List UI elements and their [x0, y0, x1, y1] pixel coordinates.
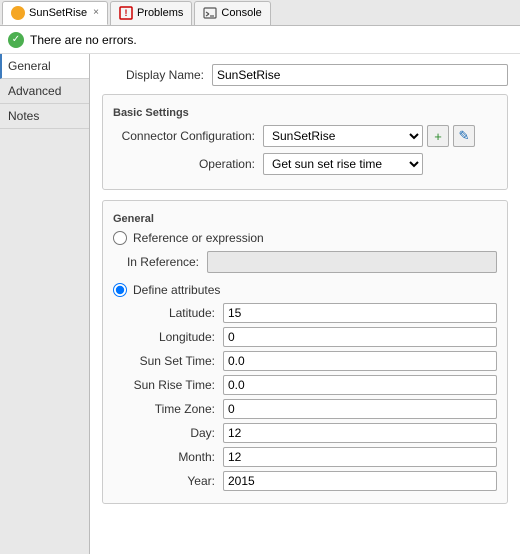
tab-problems-label: Problems	[137, 7, 183, 19]
main-layout: General Advanced Notes Display Name: Bas…	[0, 54, 520, 554]
operation-label: Operation:	[113, 157, 263, 171]
basic-settings-header: Basic Settings	[113, 107, 497, 119]
day-label: Day:	[113, 426, 223, 440]
attr-row-sunset-time: Sun Set Time:	[113, 351, 497, 371]
in-reference-row: In Reference:	[117, 251, 497, 273]
sunset-time-label: Sun Set Time:	[113, 354, 223, 368]
define-radio-label: Define attributes	[133, 283, 220, 297]
operation-wrapper: Get sun set rise time	[263, 153, 423, 175]
svg-text:!: !	[124, 8, 127, 18]
tab-console-label: Console	[221, 7, 261, 19]
attr-row-day: Day:	[113, 423, 497, 443]
add-icon: +	[434, 129, 442, 144]
sunrise-time-input[interactable]	[223, 375, 497, 395]
problems-icon: !	[119, 6, 133, 20]
timezone-input[interactable]	[223, 399, 497, 419]
define-radio[interactable]	[113, 283, 127, 297]
tab-problems[interactable]: ! Problems	[110, 1, 192, 25]
sunrise-time-label: Sun Rise Time:	[113, 378, 223, 392]
attr-row-month: Month:	[113, 447, 497, 467]
connector-config-wrapper: SunSetRise + ✎	[263, 125, 475, 147]
day-input[interactable]	[223, 423, 497, 443]
sunsetrise-icon	[11, 6, 25, 20]
tab-bar: SunSetRise × ! Problems Console	[0, 0, 520, 26]
longitude-input[interactable]	[223, 327, 497, 347]
connector-config-row: Connector Configuration: SunSetRise + ✎	[113, 125, 497, 147]
attribute-fields: Latitude: Longitude: Sun Set Time: Sun R…	[113, 303, 497, 491]
reference-radio[interactable]	[113, 231, 127, 245]
year-input[interactable]	[223, 471, 497, 491]
basic-settings-box: Basic Settings Connector Configuration: …	[102, 94, 508, 190]
longitude-label: Longitude:	[113, 330, 223, 344]
attr-row-timezone: Time Zone:	[113, 399, 497, 419]
in-reference-label: In Reference:	[117, 255, 207, 269]
month-label: Month:	[113, 450, 223, 464]
connector-config-label: Connector Configuration:	[113, 129, 263, 143]
edit-connector-button[interactable]: ✎	[453, 125, 475, 147]
general-section-header: General	[113, 213, 497, 225]
display-name-input[interactable]	[212, 64, 508, 86]
year-label: Year:	[113, 474, 223, 488]
timezone-label: Time Zone:	[113, 402, 223, 416]
month-input[interactable]	[223, 447, 497, 467]
add-connector-button[interactable]: +	[427, 125, 449, 147]
content-area: Display Name: Basic Settings Connector C…	[90, 54, 520, 554]
general-box: General Reference or expression In Refer…	[102, 200, 508, 504]
tab-close-icon[interactable]: ×	[93, 7, 99, 18]
operation-select[interactable]: Get sun set rise time	[263, 153, 423, 175]
attr-row-latitude: Latitude:	[113, 303, 497, 323]
in-reference-input[interactable]	[207, 251, 497, 273]
latitude-label: Latitude:	[113, 306, 223, 320]
attr-row-year: Year:	[113, 471, 497, 491]
sunset-time-input[interactable]	[223, 351, 497, 371]
tab-console[interactable]: Console	[194, 1, 270, 25]
sidebar-item-advanced[interactable]: Advanced	[0, 79, 89, 104]
edit-icon: ✎	[459, 128, 470, 144]
sidebar-item-notes[interactable]: Notes	[0, 104, 89, 129]
display-name-label: Display Name:	[102, 68, 212, 82]
status-bar: ✓ There are no errors.	[0, 26, 520, 54]
tab-sunsetrise-label: SunSetRise	[29, 7, 87, 19]
sidebar: General Advanced Notes	[0, 54, 90, 554]
operation-row: Operation: Get sun set rise time	[113, 153, 497, 175]
console-icon	[203, 6, 217, 20]
attr-row-sunrise-time: Sun Rise Time:	[113, 375, 497, 395]
tab-sunsetrise[interactable]: SunSetRise ×	[2, 1, 108, 25]
connector-config-select[interactable]: SunSetRise	[263, 125, 423, 147]
reference-radio-label: Reference or expression	[133, 231, 264, 245]
status-text: There are no errors.	[30, 33, 137, 47]
define-radio-row: Define attributes	[113, 283, 497, 297]
status-ok-icon: ✓	[8, 32, 24, 48]
display-name-row: Display Name:	[102, 64, 508, 86]
latitude-input[interactable]	[223, 303, 497, 323]
attr-row-longitude: Longitude:	[113, 327, 497, 347]
sidebar-item-general[interactable]: General	[0, 54, 89, 79]
reference-radio-row: Reference or expression	[113, 231, 497, 245]
